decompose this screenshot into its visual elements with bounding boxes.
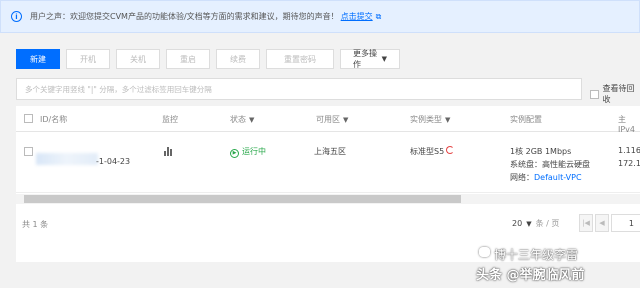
instance-type-text: 标准型S5 (410, 147, 445, 156)
header-ip: 主IPv4 (618, 115, 636, 134)
search-input[interactable]: 多个关键字用竖线 "|" 分隔，多个过滤标签用回车键分隔 (16, 78, 582, 100)
notice-text: 用户之声：欢迎您提交CVM产品的功能体验/文档等方面的需求和建议，期待您的声音！ (30, 12, 339, 21)
pending-checkbox[interactable] (590, 89, 599, 99)
network-link[interactable]: Default-VPC (534, 173, 582, 182)
config-line2: 系统盘：高性能云硬盘 (510, 160, 590, 169)
filter-icon[interactable]: ▼ (343, 116, 348, 124)
feedback-notice-bar: i 用户之声：欢迎您提交CVM产品的功能体验/文档等方面的需求和建议，期待您的声… (0, 0, 640, 33)
table-row[interactable]: -1-04-23 ▶ 运行中 上海五区 标准型S5 1核 2GB 1Mbps 系统… (16, 133, 640, 193)
header-config: 实例配置 (510, 115, 542, 124)
external-link-icon[interactable]: ⧉ (376, 12, 382, 22)
blurred-instance-name (36, 153, 98, 165)
filter-icon[interactable]: ▼ (249, 116, 254, 124)
status-cell: ▶ 运行中 (230, 146, 266, 158)
start-button[interactable]: 开机 (66, 49, 110, 69)
info-icon: i (11, 11, 22, 22)
row-checkbox[interactable] (24, 147, 33, 156)
config-network: 网络：Default-VPC (510, 172, 582, 183)
filter-icon[interactable]: ▼ (445, 116, 450, 124)
status-text: 运行中 (242, 147, 266, 156)
page-size-suffix: 条 / 页 (535, 219, 560, 228)
config-line1: 1核 2GB 1Mbps (510, 147, 572, 156)
header-status[interactable]: 状态 ▼ (230, 114, 254, 125)
pagination-footer: 共 1 条 20 ▼ 条 / 页 |◀ ◀ 1 (16, 208, 640, 238)
instance-toolbar: 新建 开机 关机 重启 续费 重置密码 更多操作 ▼ (16, 49, 400, 69)
private-ip[interactable]: 172.17 (618, 159, 640, 168)
view-pending-recycle-toggle[interactable]: 查看待回收 (590, 83, 640, 105)
more-actions-dropdown[interactable]: 更多操作 ▼ (340, 49, 400, 69)
running-icon: ▶ (230, 149, 239, 158)
public-ip[interactable]: 1.116. (618, 146, 640, 155)
chevron-down-icon: ▼ (526, 219, 532, 228)
instance-type-cell: 标准型S5 (410, 146, 455, 157)
monitor-chart-icon[interactable] (164, 147, 172, 156)
reset-password-button[interactable]: 重置密码 (266, 49, 334, 69)
total-count: 共 1 条 (22, 220, 49, 229)
chevron-down-icon: ▼ (381, 55, 387, 63)
zone-text: 上海五区 (314, 147, 346, 156)
horizontal-scrollbar[interactable] (24, 195, 461, 203)
watermark-logo-icon (479, 247, 490, 257)
shutdown-button[interactable]: 关机 (116, 49, 160, 69)
page-size-value: 20 (512, 219, 523, 228)
page-size-select[interactable]: 20 ▼ 条 / 页 (512, 218, 559, 229)
renew-button[interactable]: 续费 (216, 49, 260, 69)
header-monitor: 监控 (162, 115, 178, 124)
instance-table: ID/名称 监控 状态 ▼ 可用区 ▼ 实例类型 ▼ 实例配置 主IPv4 -1… (16, 106, 640, 262)
more-actions-label: 更多操作 (353, 49, 377, 69)
select-all-checkbox[interactable] (24, 114, 33, 123)
submit-feedback-link[interactable]: 点击提交 (341, 11, 373, 22)
instance-id[interactable]: -1-04-23 (96, 157, 130, 166)
page-number-input[interactable]: 1 (611, 214, 640, 232)
new-instance-button[interactable]: 新建 (16, 49, 60, 69)
header-zone[interactable]: 可用区 ▼ (316, 114, 348, 125)
table-header: ID/名称 监控 状态 ▼ 可用区 ▼ 实例类型 ▼ 实例配置 主IPv4 (16, 106, 640, 134)
loading-icon (446, 146, 455, 154)
restart-button[interactable]: 重启 (166, 49, 210, 69)
watermark-line2: 头条 @举腕临风前 (476, 268, 585, 283)
watermark-line1: 博十三年级李雷 (494, 248, 579, 262)
first-page-icon[interactable]: |◀ (579, 214, 593, 232)
header-type[interactable]: 实例类型 ▼ (410, 114, 450, 125)
network-label: 网络： (510, 173, 534, 182)
pending-label: 查看待回收 (602, 84, 635, 104)
prev-page-icon[interactable]: ◀ (595, 214, 609, 232)
header-id: ID/名称 (40, 115, 68, 124)
